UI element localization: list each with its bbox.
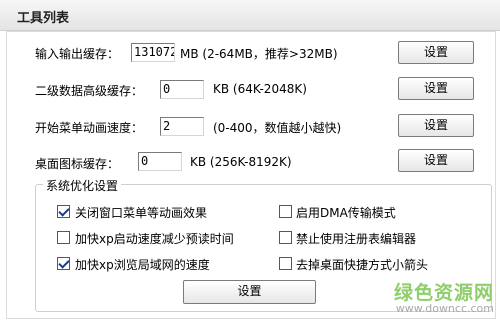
start-menu-speed-input[interactable]: 2 — [160, 117, 204, 136]
remove-shortcut-arrow-label[interactable]: 去掉桌面快捷方式小箭头 — [296, 256, 428, 273]
disable-regedit-checkbox[interactable] — [279, 231, 292, 244]
watermark: 绿色资源网 www.downcc.com — [386, 278, 500, 320]
l2-cache-hint: KB (64K-2048K) — [213, 82, 307, 96]
enable-dma-checkbox[interactable] — [279, 205, 292, 218]
enable-dma-label[interactable]: 启用DMA传输模式 — [296, 204, 396, 221]
io-cache-hint: MB (2-64MB，推荐>32MB) — [180, 47, 338, 61]
icon-cache-set-button[interactable]: 设置 — [398, 149, 474, 172]
start-menu-speed-label: 开始菜单动画速度： — [35, 121, 144, 135]
io-cache-set-button[interactable]: 设置 — [398, 41, 474, 64]
optimize-set-button[interactable]: 设置 — [183, 280, 316, 304]
io-cache-input[interactable]: 131072 — [131, 43, 175, 62]
fast-boot-label[interactable]: 加快xp启动速度减少预读时间 — [75, 230, 234, 247]
io-cache-label: 输入输出缓存： — [35, 47, 120, 61]
title-bar: 工具列表 — [0, 0, 500, 31]
disable-animation-label[interactable]: 关闭窗口菜单等动画效果 — [75, 204, 207, 221]
icon-cache-label: 桌面图标缓存： — [35, 157, 120, 171]
watermark-brand: 绿色资源网 — [393, 282, 494, 304]
window-title: 工具列表 — [17, 11, 70, 26]
fast-lan-browse-label[interactable]: 加快xp浏览局域网的速度 — [75, 256, 210, 273]
watermark-url: www.downcc.com — [395, 302, 494, 315]
icon-cache-input[interactable]: 0 — [138, 152, 182, 171]
disable-regedit-label[interactable]: 禁止使用注册表编辑器 — [296, 230, 416, 247]
start-menu-speed-hint: (0-400，数值越小越快) — [213, 121, 342, 135]
icon-cache-hint: KB (256K-8192K) — [190, 155, 292, 169]
start-menu-speed-set-button[interactable]: 设置 — [398, 114, 474, 137]
l2-cache-set-button[interactable]: 设置 — [398, 77, 474, 100]
fast-lan-browse-checkbox[interactable] — [57, 257, 70, 270]
fast-boot-checkbox[interactable] — [57, 231, 70, 244]
optimize-group-legend: 系统优化设置 — [43, 177, 122, 194]
disable-animation-checkbox[interactable] — [57, 205, 70, 218]
l2-cache-input[interactable]: 0 — [160, 80, 204, 99]
remove-shortcut-arrow-checkbox[interactable] — [279, 257, 292, 270]
l2-cache-label: 二级数据高级缓存： — [35, 84, 144, 98]
